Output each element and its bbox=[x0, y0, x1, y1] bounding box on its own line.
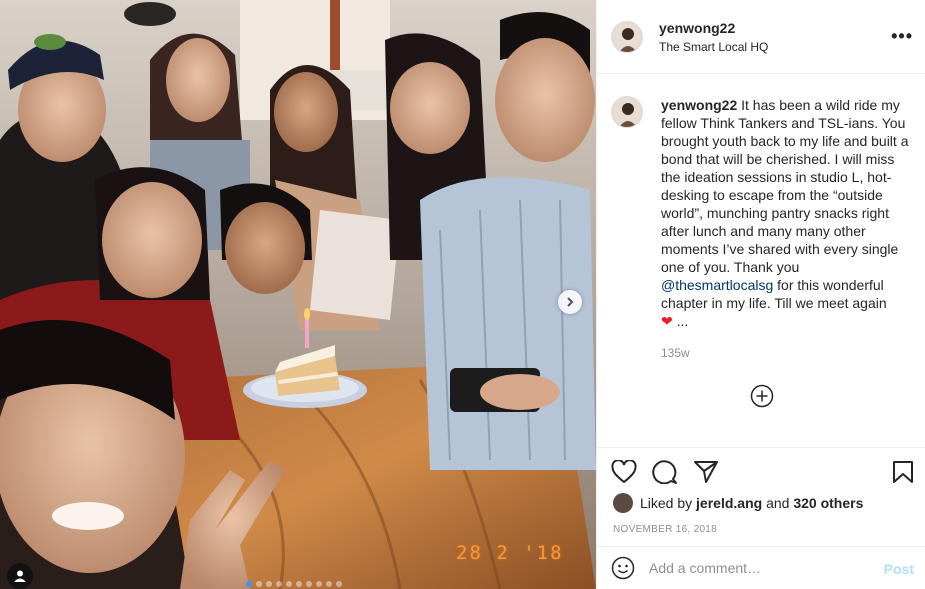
carousel-dot bbox=[256, 581, 262, 587]
profile-photo-icon bbox=[612, 97, 642, 127]
next-photo-button[interactable] bbox=[558, 290, 582, 314]
carousel-dot bbox=[336, 581, 342, 587]
carousel-dot bbox=[266, 581, 272, 587]
tagged-users-button[interactable] bbox=[7, 563, 33, 589]
bookmark-icon[interactable] bbox=[892, 460, 914, 484]
paper-plane-icon[interactable] bbox=[693, 460, 719, 484]
carousel-dot bbox=[316, 581, 322, 587]
caption-time-ago: 135w bbox=[661, 346, 690, 360]
date-stamp: 28 2 '18 bbox=[456, 542, 564, 564]
user-tag-icon bbox=[14, 570, 26, 582]
comment-input[interactable] bbox=[649, 560, 869, 576]
liker-username[interactable]: jereld.ang bbox=[696, 495, 762, 511]
carousel-dot bbox=[296, 581, 302, 587]
chevron-right-icon bbox=[567, 297, 574, 307]
post-header: yenwong22 The Smart Local HQ ••• bbox=[597, 0, 925, 74]
plus-circle-icon[interactable] bbox=[750, 384, 774, 408]
profile-photo-icon bbox=[612, 21, 642, 52]
likes-middle: and bbox=[766, 495, 790, 511]
post-panel: yenwong22 The Smart Local HQ ••• yenwong… bbox=[596, 0, 925, 589]
carousel-dot bbox=[276, 581, 282, 587]
avatar[interactable] bbox=[611, 20, 643, 53]
post-author-username[interactable]: yenwong22 bbox=[659, 20, 768, 36]
caption-ellipsis: ... bbox=[676, 313, 689, 329]
caption: yenwong22 It has been a wild ride my fel… bbox=[611, 96, 911, 330]
heart-emoji: ❤ bbox=[661, 313, 673, 329]
carousel-dot bbox=[326, 581, 332, 587]
avatar[interactable] bbox=[611, 96, 643, 128]
post-location[interactable]: The Smart Local HQ bbox=[659, 40, 768, 54]
post-photo[interactable]: 28 2 '18 bbox=[0, 0, 596, 589]
caption-body: It has been a wild ride my fellow Think … bbox=[661, 97, 909, 275]
carousel-dot bbox=[246, 581, 252, 587]
more-options-button[interactable]: ••• bbox=[891, 26, 913, 47]
carousel-dot bbox=[286, 581, 292, 587]
action-bar bbox=[597, 447, 925, 495]
carousel-indicator bbox=[246, 581, 342, 587]
avatar[interactable] bbox=[613, 493, 633, 513]
caption-text: yenwong22 It has been a wild ride my fel… bbox=[661, 96, 911, 330]
likes-prefix: Liked by bbox=[640, 495, 693, 511]
post-comment-button[interactable]: Post bbox=[884, 561, 914, 577]
carousel-dot bbox=[306, 581, 312, 587]
comment-bubble-icon[interactable] bbox=[652, 460, 678, 484]
comment-box: Post bbox=[597, 546, 925, 589]
likes-summary: Liked by jereld.ang and 320 others bbox=[613, 493, 863, 513]
heart-outline-icon[interactable] bbox=[611, 460, 637, 484]
mention-link[interactable]: @thesmartlocalsg bbox=[661, 277, 773, 293]
group-photo-image bbox=[0, 0, 596, 589]
smiley-icon[interactable] bbox=[611, 556, 635, 580]
caption-username[interactable]: yenwong22 bbox=[661, 97, 737, 113]
likes-others-link[interactable]: 320 others bbox=[793, 495, 863, 511]
post-date[interactable]: NOVEMBER 16, 2018 bbox=[613, 524, 717, 535]
